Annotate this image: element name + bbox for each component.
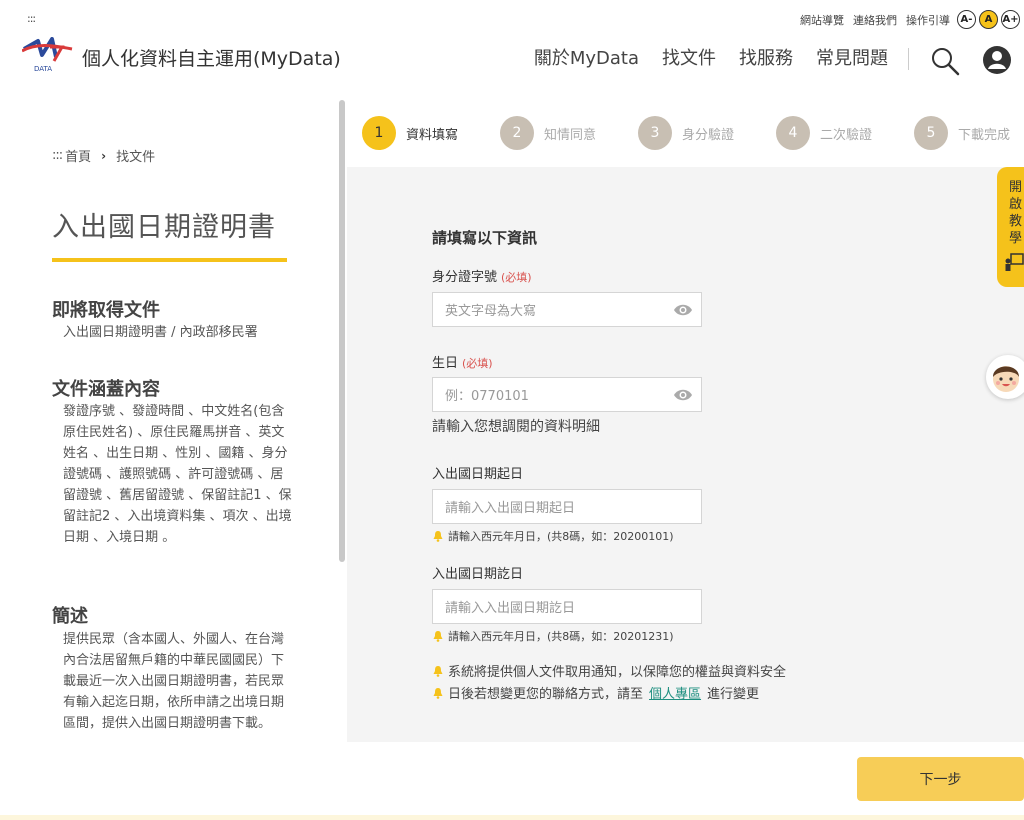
required-tag: (必填) (501, 271, 532, 284)
tutorial-char: 啟 (1009, 197, 1023, 212)
bell-icon (433, 631, 443, 642)
step-number: 5 (914, 116, 948, 150)
tutorial-char: 開 (1009, 180, 1023, 195)
nav-find-services[interactable]: 找服務 (739, 44, 793, 70)
step-4: 4 二次驗證 (776, 116, 872, 150)
summary-text: 提供民眾（含本國人、外國人、在台灣內合法居留無戶籍的中華民國國民）下載最近一次入… (63, 632, 285, 731)
coverage-text: 發證序號 、發證時間 、中文姓名(包含原住民姓名) 、原住民羅馬拼音 、英文姓名… (63, 404, 292, 545)
nav-faq[interactable]: 常見問題 (816, 44, 888, 70)
mydata-logo[interactable]: DATA (22, 37, 76, 75)
breadcrumb: ::: 首頁 › 找文件 (52, 146, 155, 165)
end-date-hint-text: 請輸入西元年月日，(共8碼，如：20201231) (448, 630, 674, 643)
tutorial-char: 學 (1009, 231, 1023, 246)
end-date-input[interactable]: 請輸入入出國日期訖日 (432, 589, 702, 624)
main-nav: 關於MyData 找文件 找服務 常見問題 (511, 44, 888, 70)
step-2: 2 知情同意 (500, 116, 596, 150)
step-1: 1 資料填寫 (362, 116, 458, 150)
sitemap-link[interactable]: 網站導覽 (800, 12, 844, 28)
step-label: 知情同意 (544, 127, 597, 143)
teacher-board-icon (1005, 253, 1024, 271)
site-title[interactable]: 個人化資料自主運用(MyData) (82, 44, 341, 71)
nav-divider (908, 48, 909, 70)
font-medium-button[interactable]: A (979, 10, 998, 29)
nav-about[interactable]: 關於MyData (534, 44, 639, 70)
bell-icon (433, 665, 443, 677)
id-label-text: 身分證字號 (432, 270, 498, 285)
notice-2-text-after: 進行變更 (707, 687, 760, 702)
guide-link[interactable]: 操作引導 (906, 12, 950, 28)
birth-label: 生日 (必填) (432, 352, 493, 371)
obtain-heading: 即將取得文件 (52, 300, 160, 321)
bell-icon (433, 531, 443, 542)
birthday-placeholder: 例：0770101 (445, 389, 529, 404)
tutorial-char: 教 (1009, 214, 1023, 229)
obtain-text: 入出國日期證明書 / 內政部移民署 (63, 325, 258, 340)
step-label: 下載完成 (958, 127, 1011, 143)
show-birthday-eye-icon[interactable] (673, 387, 693, 403)
id-label: 身分證字號 (必填) (432, 266, 532, 285)
notice-1: 系統將提供個人文件取用通知，以保障您的權益與資料安全 (432, 661, 786, 680)
notice-2-text-before: 日後若想變更您的聯絡方式，請至 (448, 687, 644, 702)
id-number-input[interactable]: 英文字母為大寫 (432, 292, 702, 327)
step-label: 身分驗證 (682, 127, 735, 143)
summary-heading: 簡述 (52, 606, 88, 627)
avatar-face-icon (993, 366, 1019, 392)
step-label: 資料填寫 (406, 127, 459, 143)
end-date-placeholder: 請輸入入出國日期訖日 (445, 601, 576, 616)
show-password-eye-icon[interactable] (673, 302, 693, 318)
nav-find-documents[interactable]: 找文件 (662, 44, 716, 70)
progress-steps: 1 資料填寫 2 知情同意 3 身分驗證 4 二次驗證 5 下載完成 (347, 100, 1024, 167)
left-scrollbar[interactable] (339, 100, 345, 562)
font-small-button[interactable]: A- (957, 10, 976, 29)
step-3: 3 身分驗證 (638, 116, 734, 150)
step-number: 1 (362, 116, 396, 150)
birth-label-text: 生日 (432, 356, 459, 371)
contact-link[interactable]: 連絡我們 (853, 12, 897, 28)
required-tag: (必填) (462, 357, 493, 370)
notice-2: 日後若想變更您的聯絡方式，請至 個人專區 進行變更 (432, 683, 759, 702)
font-large-button[interactable]: A+ (1001, 10, 1020, 29)
start-date-label: 入出國日期起日 (432, 467, 524, 482)
birthday-input[interactable]: 例：0770101 (432, 377, 702, 412)
step-number: 3 (638, 116, 672, 150)
detail-instruction: 請輸入您想調閱的資料明細 (432, 419, 600, 435)
next-step-button[interactable]: 下一步 (857, 757, 1024, 801)
end-date-hint: 請輸入西元年月日，(共8碼，如：20201231) (432, 628, 674, 644)
start-date-hint: 請輸入西元年月日，(共8碼，如：20200101) (432, 528, 674, 544)
personal-area-link[interactable]: 個人專區 (649, 683, 701, 702)
summary-scroll-area[interactable]: 簡述 提供民眾（含本國人、外國人、在台灣內合法居留無戶籍的中華民國國民）下載最近… (0, 600, 340, 742)
form-panel (347, 167, 1024, 742)
step-label: 二次驗證 (820, 127, 873, 143)
breadcrumb-find-documents[interactable]: 找文件 (116, 146, 155, 165)
page-title: 入出國日期證明書 (52, 212, 276, 243)
start-date-placeholder: 請輸入入出國日期起日 (445, 501, 576, 516)
step-5: 5 下載完成 (914, 116, 1010, 150)
accesskey-top[interactable]: ::: (27, 12, 36, 25)
logo-text: DATA (34, 65, 52, 73)
form-heading: 請填寫以下資訊 (432, 229, 538, 247)
search-icon[interactable] (930, 46, 960, 76)
breadcrumb-chevron-icon: › (101, 148, 107, 163)
user-account-icon[interactable] (982, 45, 1012, 75)
step-number: 2 (500, 116, 534, 150)
start-date-hint-text: 請輸入西元年月日，(共8碼，如：20200101) (448, 530, 674, 543)
bell-icon (433, 687, 443, 699)
breadcrumb-home[interactable]: 首頁 (65, 146, 91, 165)
end-date-label: 入出國日期訖日 (432, 567, 524, 582)
id-number-placeholder: 英文字母為大寫 (445, 304, 537, 319)
start-date-input[interactable]: 請輸入入出國日期起日 (432, 489, 702, 524)
utility-bar: 網站導覽 連絡我們 操作引導 A- A A+ (800, 10, 1020, 29)
assistant-avatar[interactable] (986, 355, 1024, 399)
step-number: 4 (776, 116, 810, 150)
notice-1-text: 系統將提供個人文件取用通知，以保障您的權益與資料安全 (448, 665, 787, 680)
breadcrumb-accesskey[interactable]: ::: (52, 148, 63, 163)
bottom-strip (0, 815, 1024, 820)
coverage-heading: 文件涵蓋內容 (52, 379, 160, 400)
title-underline (52, 258, 287, 262)
